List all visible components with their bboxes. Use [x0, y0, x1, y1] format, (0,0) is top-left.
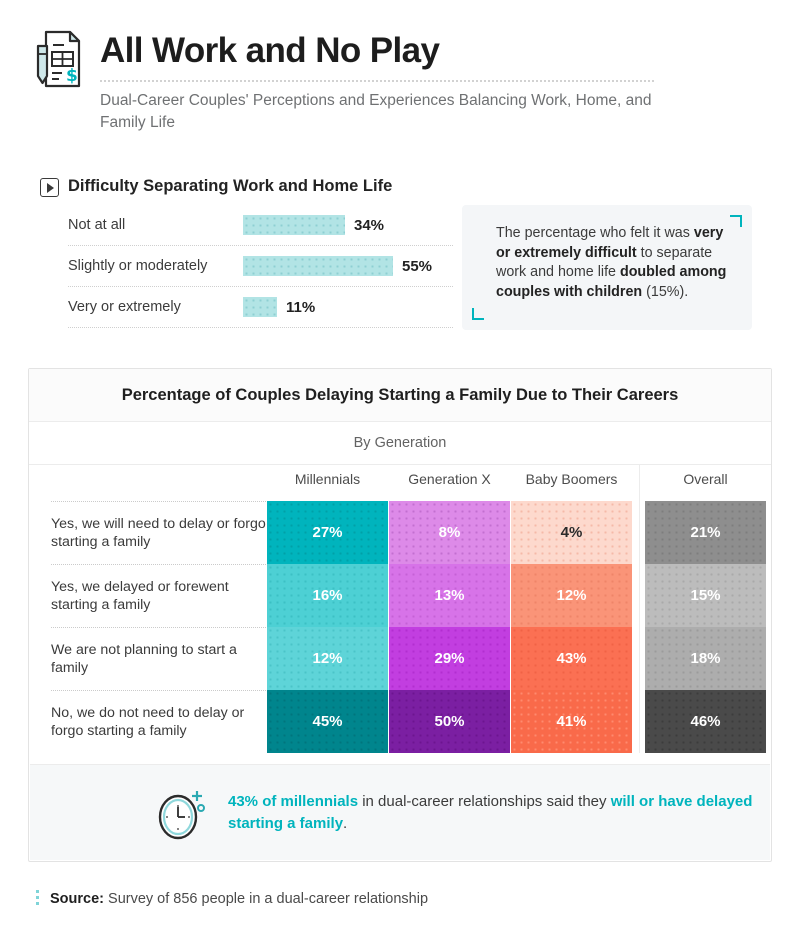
bar-row: Very or extremely 11% [68, 287, 453, 328]
bar-track: 55% [243, 246, 453, 286]
cell-value: 27% [312, 524, 343, 541]
footer-plain-2: . [343, 814, 348, 832]
table-cell: 46% [645, 690, 766, 753]
bar-value: 55% [402, 257, 433, 275]
bar-label: Not at all [68, 217, 126, 233]
column-header-overall: Overall [683, 471, 728, 487]
bar-fill [243, 297, 277, 317]
play-square-icon [40, 178, 59, 197]
corner-bracket-top-right-icon [730, 215, 742, 227]
callout-panel-difficulty: The percentage who felt it was very or e… [462, 205, 752, 330]
table-subtitle: By Generation [29, 422, 771, 465]
cell-value: 13% [434, 587, 465, 604]
row-label: We are not planning to start a family [51, 641, 237, 676]
table-cell: 8% [389, 501, 510, 564]
table-cell: 4% [511, 501, 632, 564]
table-row: Yes, we will need to delay or forgo star… [29, 501, 771, 564]
cell-value: 41% [556, 713, 587, 730]
infographic-page: $ All Work and No Play Dual-Career Coupl… [0, 0, 800, 941]
table-cell: 27% [267, 501, 388, 564]
table-cell: 18% [645, 627, 766, 690]
callout-part-3: (15%). [642, 283, 689, 300]
table-card: Percentage of Couples Delaying Starting … [28, 368, 772, 862]
corner-bracket-bottom-left-icon [472, 308, 484, 320]
source-label: Source: [50, 891, 104, 907]
title-divider [100, 80, 655, 82]
table-row: No, we do not need to delay or forgo sta… [29, 690, 771, 753]
bar-fill [243, 256, 393, 276]
table-cell: 12% [511, 564, 632, 627]
table-cell: 41% [511, 690, 632, 753]
table-header-row: Millennials Generation X Baby Boomers Ov… [29, 465, 771, 501]
row-label: No, we do not need to delay or forgo sta… [51, 704, 245, 739]
bar-track: 34% [243, 205, 453, 245]
table-cell: 13% [389, 564, 510, 627]
footer-callout: 43% of millennials in dual-career relati… [30, 764, 770, 860]
table-cell: 21% [645, 501, 766, 564]
callout-part-1: The percentage who felt it was [496, 225, 694, 241]
svg-text:$: $ [66, 66, 78, 86]
source-line: Source: Survey of 856 people in a dual-c… [50, 891, 428, 907]
table-body: Yes, we will need to delay or forgo star… [29, 501, 771, 753]
document-dollar-icon: $ [26, 28, 84, 90]
cell-value: 15% [690, 587, 721, 604]
footer-plain-1: in dual-career relationships said they [358, 792, 611, 810]
table-cell: 16% [267, 564, 388, 627]
cell-value: 12% [312, 650, 343, 667]
bar-row: Slightly or moderately 55% [68, 246, 453, 287]
page-title: All Work and No Play [100, 31, 440, 70]
table-row: Yes, we delayed or forewent starting a f… [29, 564, 771, 627]
source-dots-icon [36, 890, 39, 906]
table-cell: 15% [645, 564, 766, 627]
cell-value: 8% [438, 524, 461, 541]
bar-chart-difficulty: Not at all 34% Slightly or moderately 55… [68, 205, 453, 328]
page-subtitle: Dual-Career Couples' Perceptions and Exp… [100, 92, 652, 131]
row-label: Yes, we delayed or forewent starting a f… [51, 578, 229, 613]
footer-highlight-1: 43% of millennials [228, 792, 359, 810]
cell-value: 46% [690, 713, 721, 730]
bar-label: Slightly or moderately [68, 258, 208, 274]
table-cell: 12% [267, 627, 388, 690]
cell-value: 16% [312, 587, 343, 604]
column-header-baby-boomers: Baby Boomers [525, 471, 618, 487]
table-cell: 45% [267, 690, 388, 753]
bar-fill [243, 215, 345, 235]
bar-value: 34% [354, 216, 385, 234]
source-text: Survey of 856 people in a dual-career re… [104, 891, 429, 907]
table-cell: 43% [511, 627, 632, 690]
bar-value: 11% [286, 298, 316, 316]
cell-value: 45% [312, 713, 343, 730]
bar-row: Not at all 34% [68, 205, 453, 246]
column-header-millennials: Millennials [294, 471, 361, 487]
cell-value: 4% [560, 524, 583, 541]
cell-value: 21% [690, 524, 721, 541]
cell-value: 43% [556, 650, 587, 667]
section-title-difficulty: Difficulty Separating Work and Home Life [68, 177, 393, 195]
cell-value: 29% [434, 650, 465, 667]
table-title: Percentage of Couples Delaying Starting … [29, 369, 771, 422]
table-cell: 50% [389, 690, 510, 753]
cell-value: 18% [690, 650, 721, 667]
cell-value: 50% [434, 713, 465, 730]
column-header-generation-x: Generation X [408, 471, 491, 487]
table-cell: 29% [389, 627, 510, 690]
cell-value: 12% [556, 587, 587, 604]
callout-text: The percentage who felt it was very or e… [496, 224, 730, 302]
clock-icon [156, 785, 208, 841]
footer-callout-text: 43% of millennials in dual-career relati… [228, 791, 770, 835]
bar-track: 11% [243, 287, 453, 327]
table-row: We are not planning to start a family 12… [29, 627, 771, 690]
header: $ All Work and No Play Dual-Career Coupl… [0, 0, 800, 150]
row-label: Yes, we will need to delay or forgo star… [51, 515, 266, 550]
bar-label: Very or extremely [68, 299, 181, 315]
